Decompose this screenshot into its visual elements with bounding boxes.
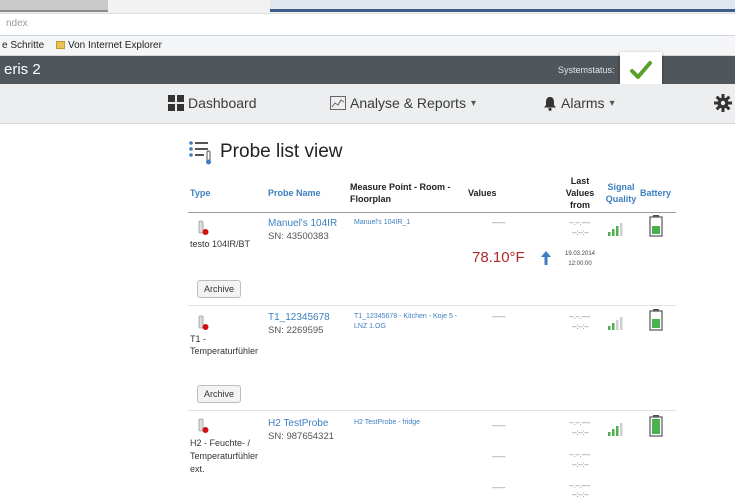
bell-icon xyxy=(544,96,556,111)
main-nav: Dashboard Analyse & Reports ▾ Alarms ▾ xyxy=(0,84,735,124)
browser-tab-strip xyxy=(0,0,735,14)
row2-value-placeholder: ------ xyxy=(492,312,505,321)
row2-last-date-placeholder: --.--.---- xyxy=(569,312,590,321)
row2-archive-button[interactable]: Archive xyxy=(197,385,242,403)
chart-icon xyxy=(330,96,346,110)
nav-analyse-reports[interactable]: Analyse & Reports ▾ xyxy=(330,95,476,111)
header-battery: Battery xyxy=(640,188,672,198)
gear-icon[interactable] xyxy=(714,94,732,112)
favorite-folder-link[interactable]: Von Internet Explorer xyxy=(68,40,162,51)
battery-icon xyxy=(649,215,663,237)
row3-value-placeholder: ------ xyxy=(492,483,505,492)
row1-last-time-placeholder: --:--:-- xyxy=(572,228,589,237)
row-divider xyxy=(188,305,676,306)
row2-measure-point[interactable]: T1_12345678 - Kitchen - Koje 5 - xyxy=(354,312,457,322)
row3-type: H2 - Feuchte- / xyxy=(190,438,251,448)
row2-type: T1 - xyxy=(190,334,207,344)
row2-last-time-placeholder: --:--:-- xyxy=(572,322,589,331)
row3-last-date-placeholder: --.--.---- xyxy=(569,418,590,427)
battery-icon xyxy=(649,415,663,437)
row3-last-date-placeholder: --.--.---- xyxy=(569,481,590,490)
row3-probe-name[interactable]: H2 TestProbe xyxy=(268,418,328,430)
system-status-label: Systemstatus: xyxy=(558,65,615,75)
checkmark-icon xyxy=(630,61,652,79)
header-last-values-2: Values xyxy=(565,188,595,198)
nav-dashboard[interactable]: Dashboard xyxy=(168,95,257,111)
page-title: Probe list view xyxy=(220,141,343,162)
header-type[interactable]: Type xyxy=(190,188,210,199)
header-quality: Quality xyxy=(605,194,637,204)
row3-last-date-placeholder: --.--.---- xyxy=(569,450,590,459)
row3-value-placeholder: ------ xyxy=(492,421,505,430)
signal-icon xyxy=(608,317,623,330)
address-text: ndex xyxy=(6,18,28,29)
row1-sn: SN: 43500383 xyxy=(268,231,329,242)
probe-icon xyxy=(198,315,209,330)
row1-archive-button[interactable]: Archive xyxy=(197,280,242,298)
nav-dashboard-label: Dashboard xyxy=(188,95,257,111)
row1-last-date: 19.03.2014 xyxy=(564,251,596,257)
row3-type-2: Temperaturfühler xyxy=(190,451,259,461)
row3-value-placeholder: ------ xyxy=(492,452,505,461)
header-measure-point[interactable]: Measure Point - Room - xyxy=(350,182,451,193)
row1-value-placeholder: ------ xyxy=(492,218,505,227)
favorite-link[interactable]: e Schritte xyxy=(2,40,44,51)
row1-type: testo 104IR/BT xyxy=(190,239,251,249)
probe-icon xyxy=(198,418,209,433)
arrow-up-icon xyxy=(541,251,551,265)
row1-probe-name[interactable]: Manuel's 104IR xyxy=(268,218,337,230)
battery-icon xyxy=(649,309,663,331)
probe-icon xyxy=(198,220,209,235)
row2-probe-name[interactable]: T1_12345678 xyxy=(268,312,330,324)
nav-analyse-label: Analyse & Reports xyxy=(350,95,466,111)
app-title: eris 2 xyxy=(4,61,41,78)
system-status-button[interactable] xyxy=(620,52,662,88)
row1-last-date-placeholder: --.--.---- xyxy=(569,218,590,227)
header-probe-name[interactable]: Probe Name xyxy=(268,188,321,199)
header-divider xyxy=(188,212,676,213)
row2-sn: SN: 2269595 xyxy=(268,325,324,336)
row1-last-time: 12:00:00 xyxy=(568,261,592,267)
row2-type-2: Temperaturfühler xyxy=(190,346,259,356)
nav-alarms-label: Alarms xyxy=(561,95,605,111)
row1-measure-point[interactable]: Manuel's 104IR_1 xyxy=(354,218,410,228)
nav-alarms[interactable]: Alarms ▾ xyxy=(543,95,615,111)
row1-current-value: 78.10°F xyxy=(472,249,525,266)
row3-last-time-placeholder: --:--:-- xyxy=(572,428,589,437)
folder-icon xyxy=(56,41,65,49)
row3-type-3: ext. xyxy=(190,464,205,474)
header-values[interactable]: Values xyxy=(468,188,497,199)
header-last-values-3: from xyxy=(570,200,590,210)
address-bar[interactable]: ndex xyxy=(0,14,735,36)
probe-list-icon xyxy=(189,141,211,165)
header-signal: Signal xyxy=(607,182,635,192)
row3-measure-point[interactable]: H2 TestProbe - fridge xyxy=(354,418,420,428)
chevron-down-icon: ▾ xyxy=(609,97,615,109)
header-floorplan: Floorplan xyxy=(350,194,391,204)
header-last-values: Last xyxy=(570,176,590,186)
dashboard-icon xyxy=(168,95,184,111)
row-divider xyxy=(188,410,676,411)
browser-tab-active[interactable] xyxy=(270,0,735,12)
row3-last-time-placeholder: --:--:-- xyxy=(572,490,589,499)
row3-sn: SN: 987654321 xyxy=(268,431,335,442)
signal-icon xyxy=(608,423,623,436)
browser-tab[interactable] xyxy=(0,0,108,12)
row2-measure-point-2[interactable]: LNZ 1.OG xyxy=(354,322,386,332)
chevron-down-icon: ▾ xyxy=(470,97,476,109)
row3-last-time-placeholder: --:--:-- xyxy=(572,460,589,469)
signal-icon xyxy=(608,223,623,236)
